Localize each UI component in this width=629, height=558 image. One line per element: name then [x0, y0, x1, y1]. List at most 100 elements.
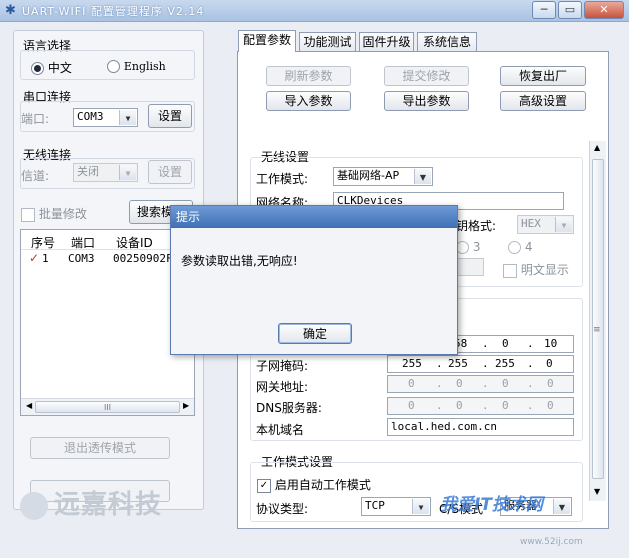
key-index-4-label: 4	[524, 240, 533, 254]
subnet-octet-3: 255	[495, 357, 515, 370]
ip-dot: .	[482, 337, 489, 350]
hscroll-thumb[interactable]: III	[35, 401, 180, 413]
work-mode-value: 基础网络-AP	[337, 169, 400, 182]
key-format-combo[interactable]: HEX ▼	[517, 215, 574, 234]
exit-passthrough-button[interactable]: 退出透传模式	[30, 437, 170, 459]
dns-octet-1: 0	[408, 399, 415, 412]
work-mode-label: 工作模式:	[256, 172, 309, 186]
domain-input[interactable]: local.hed.com.cn	[387, 418, 574, 436]
dialog-ok-button[interactable]: 确定	[278, 323, 352, 344]
brand-name: 远嘉科技	[54, 490, 163, 520]
key-index-3[interactable]: 3	[456, 240, 480, 254]
chevron-down-icon[interactable]: ▼	[119, 165, 136, 180]
scroll-right-icon[interactable]: ▶	[183, 401, 189, 410]
radio-key-4[interactable]	[508, 241, 521, 254]
channel-value: 关闭	[77, 165, 99, 178]
gateway-octet-4: 0	[547, 377, 554, 390]
dns-octet-3: 0	[502, 399, 509, 412]
ip-dot: .	[436, 357, 443, 370]
window-title: UART-WIFI 配置管理程序 V2.14	[22, 5, 205, 18]
vscroll-thumb[interactable]	[592, 159, 604, 479]
chevron-down-icon[interactable]: ▼	[553, 499, 570, 514]
ip-dot: .	[482, 357, 489, 370]
ip-dot: .	[436, 399, 443, 412]
radio-english[interactable]	[107, 60, 120, 73]
ip-dot: .	[527, 399, 534, 412]
title-bar: ✱ UART-WIFI 配置管理程序 V2.14 ─ ▭ ✕	[0, 0, 629, 22]
ip-dot: .	[527, 357, 534, 370]
close-button[interactable]: ✕	[584, 1, 624, 19]
batch-checkbox-box[interactable]	[21, 207, 35, 222]
row-port: COM3	[68, 252, 95, 265]
dns-input[interactable]: 0 . 0 . 0 . 0	[387, 397, 574, 415]
submit-changes-button[interactable]: 提交修改	[384, 66, 469, 86]
ip-octet-4: 10	[544, 337, 558, 350]
chevron-down-icon[interactable]: ▼	[414, 169, 431, 184]
gateway-label: 网关地址:	[256, 380, 309, 394]
row-index: 1	[42, 252, 49, 265]
config-vscrollbar[interactable]: ▲ ≡ ▼	[589, 141, 606, 501]
dns-octet-4: 0	[547, 399, 554, 412]
auto-mode-checkbox[interactable]: ✓ 启用自动工作模式	[257, 476, 371, 493]
factory-reset-button[interactable]: 恢复出厂	[500, 66, 586, 86]
domain-label: 本机域名	[256, 423, 305, 437]
table-row[interactable]: ✓ 1 COM3 00250902F0	[21, 251, 194, 267]
tab-config[interactable]: 配置参数	[238, 30, 296, 52]
list-header-divider	[21, 249, 194, 250]
ip-dot: .	[527, 337, 534, 350]
key-input[interactable]	[456, 258, 484, 276]
language-option-english[interactable]: English	[107, 59, 166, 73]
key-format-label: 钥格式:	[456, 219, 497, 233]
dialog-title: 提示	[171, 206, 457, 228]
key-format-value: HEX	[521, 217, 541, 230]
grip-icon: ≡	[593, 325, 601, 335]
export-params-button[interactable]: 导出参数	[384, 91, 469, 111]
protocol-combo[interactable]: TCP ▼	[361, 497, 431, 516]
tab-firmware[interactable]: 固件升级	[359, 32, 414, 51]
maximize-button[interactable]: ▭	[558, 1, 582, 19]
refresh-params-button[interactable]: 刷新参数	[266, 66, 351, 86]
watermark-url: www.52ij.com	[520, 537, 583, 547]
work-mode-combo[interactable]: 基础网络-AP ▼	[333, 167, 433, 186]
row-check-icon: ✓	[29, 251, 40, 265]
subnet-octet-4: 0	[546, 357, 553, 370]
tab-function-test[interactable]: 功能测试	[299, 32, 356, 51]
language-option-chinese[interactable]: 中文	[31, 59, 72, 76]
auto-mode-label: 启用自动工作模式	[274, 478, 371, 492]
subnet-input[interactable]: 255 . 255 . 255 . 0	[387, 355, 574, 373]
scroll-up-icon[interactable]: ▲	[594, 143, 600, 152]
key-index-4[interactable]: 4	[508, 240, 532, 254]
dialog-body: 参数读取出错,无响应! 确定	[171, 228, 457, 354]
import-params-button[interactable]: 导入参数	[266, 91, 351, 111]
advanced-settings-button[interactable]: 高级设置	[500, 91, 586, 111]
plaintext-checkbox-box[interactable]	[503, 263, 517, 278]
wireless-set-button[interactable]: 设置	[148, 160, 192, 184]
gateway-input[interactable]: 0 . 0 . 0 . 0	[387, 375, 574, 393]
ip-octet-3: 0	[502, 337, 509, 350]
gateway-octet-2: 0	[456, 377, 463, 390]
minimize-button[interactable]: ─	[532, 1, 556, 19]
ip-dot: .	[436, 377, 443, 390]
batch-modify-checkbox[interactable]: 批量修改	[21, 205, 87, 222]
dns-label: DNS服务器:	[256, 401, 322, 415]
channel-combo[interactable]: 关闭 ▼	[73, 163, 138, 182]
radio-chinese[interactable]	[31, 62, 44, 75]
port-combo[interactable]: COM3 ▼	[73, 108, 138, 127]
chevron-down-icon[interactable]: ▼	[119, 110, 136, 125]
brand-logo-icon	[20, 491, 48, 520]
auto-mode-check-icon[interactable]: ✓	[257, 478, 271, 493]
protocol-value: TCP	[365, 499, 385, 512]
language-chinese-label: 中文	[47, 61, 72, 75]
scroll-down-icon[interactable]: ▼	[594, 487, 600, 496]
serial-set-button[interactable]: 设置	[148, 104, 192, 128]
tab-system-info[interactable]: 系统信息	[417, 32, 477, 51]
gateway-octet-1: 0	[408, 377, 415, 390]
chevron-down-icon[interactable]: ▼	[555, 217, 572, 232]
scroll-left-icon[interactable]: ◀	[26, 401, 32, 410]
list-hscrollbar[interactable]: ◀ III ▶	[21, 398, 194, 415]
ip-dot: .	[482, 399, 489, 412]
subnet-octet-2: 255	[448, 357, 468, 370]
protocol-label: 协议类型:	[256, 502, 309, 516]
plaintext-checkbox[interactable]: 明文显示	[503, 261, 569, 278]
chevron-down-icon[interactable]: ▼	[412, 499, 429, 514]
